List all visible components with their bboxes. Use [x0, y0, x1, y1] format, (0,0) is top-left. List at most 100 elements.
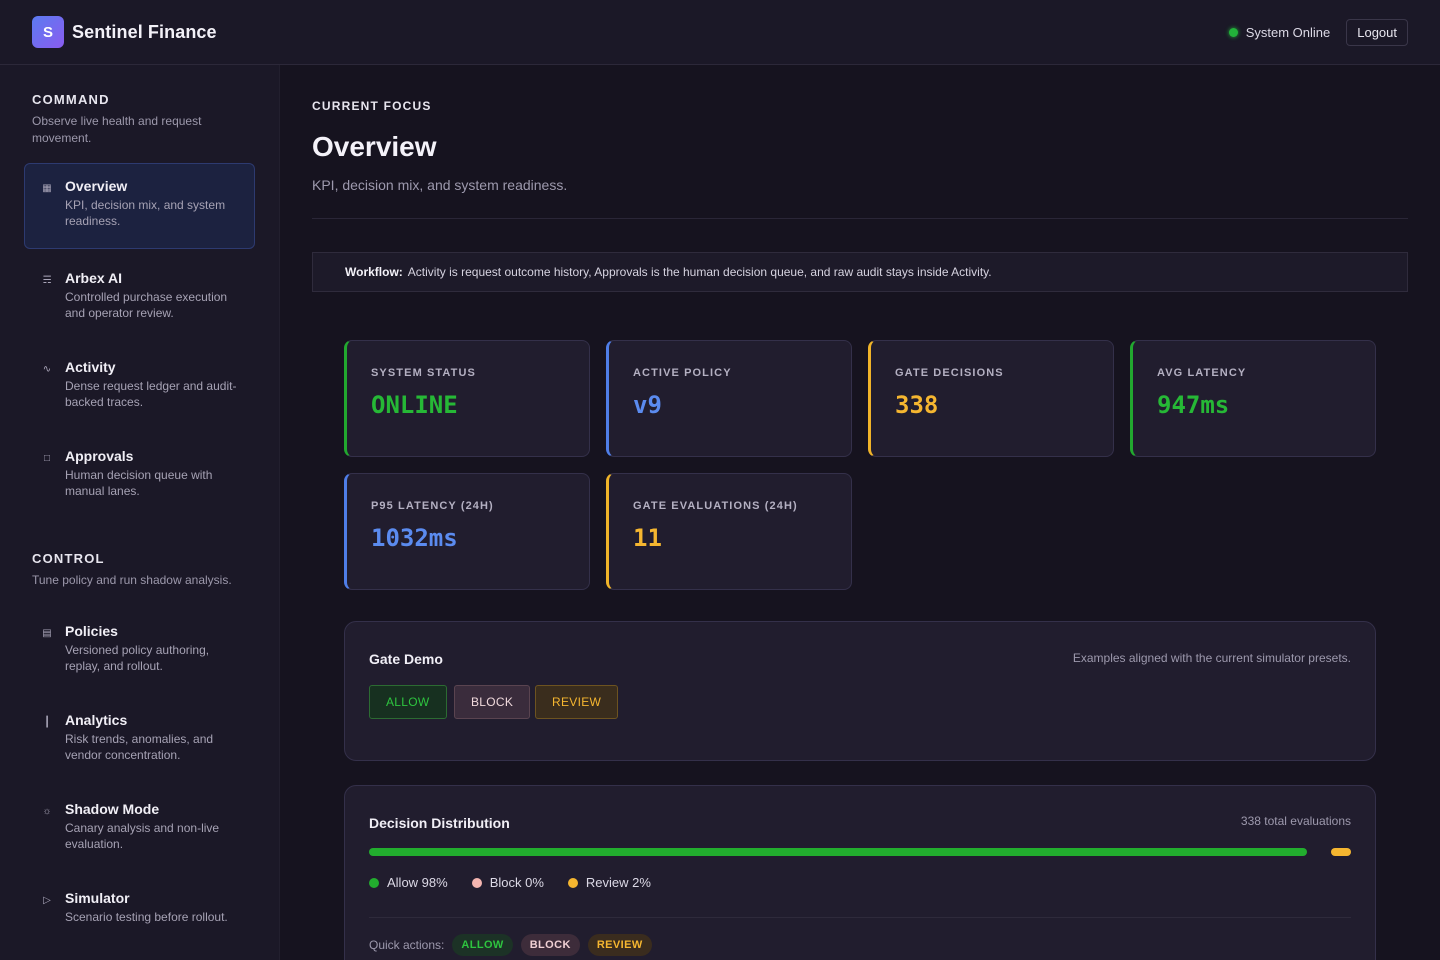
- nav-label: Activity: [65, 359, 116, 375]
- kpi-label: P95 LATENCY (24H): [371, 500, 494, 512]
- legend-block: Block 0%: [471, 875, 544, 890]
- section-title: CONTROL: [32, 551, 105, 566]
- kpi-card-p95-latency: P95 LATENCY (24H) 1032ms: [344, 473, 590, 590]
- nav-desc: KPI, decision mix, and system readiness.: [65, 198, 226, 228]
- sidebar-item-overview[interactable]: ▦ Overview KPI, decision mix, and system…: [24, 163, 255, 249]
- kpi-label: AVG LATENCY: [1157, 367, 1247, 379]
- section-desc: Tune policy and run shadow analysis.: [32, 573, 232, 587]
- kpi-label: ACTIVE POLICY: [633, 367, 732, 379]
- nav-desc: Versioned policy authoring, replay, and …: [65, 643, 210, 673]
- legend-review: Review 2%: [567, 875, 651, 890]
- decision-distribution-panel: Decision Distribution 338 total evaluati…: [344, 785, 1376, 960]
- distribution-bar: [369, 848, 1351, 856]
- divider: [369, 917, 1351, 918]
- kpi-card-system-status: SYSTEM STATUS ONLINE: [344, 340, 590, 457]
- nav-label: Policies: [65, 623, 118, 639]
- sidebar: COMMAND Observe live health and request …: [0, 65, 280, 960]
- kpi-label: GATE DECISIONS: [895, 367, 1004, 379]
- brand-name: Sentinel Finance: [72, 21, 217, 42]
- nav-label: Overview: [65, 178, 128, 194]
- chat-icon: □: [43, 453, 51, 464]
- eyebrow: CURRENT FOCUS: [312, 99, 432, 113]
- review-dot-icon: [567, 877, 578, 888]
- top-right: System Online Logout: [1228, 18, 1408, 46]
- kpi-value: 947ms: [1157, 391, 1230, 419]
- system-status: System Online: [1228, 24, 1331, 40]
- kpi-value: 338: [895, 391, 939, 419]
- sidebar-item-simulator[interactable]: ▷ Simulator Scenario testing before roll…: [24, 875, 255, 960]
- cart-icon: ☴: [42, 275, 52, 286]
- gate-demo-panel: Gate Demo Examples aligned with the curr…: [344, 621, 1376, 761]
- total-evaluations: 338 total evaluations: [1240, 814, 1351, 828]
- nav-desc: Human decision queue with manual lanes.: [65, 468, 213, 498]
- workflow-text: Activity is request outcome history, App…: [407, 265, 992, 279]
- block-dot-icon: [471, 877, 482, 888]
- panel-note: Examples aligned with the current simula…: [1072, 651, 1351, 665]
- nav-label: Shadow Mode: [65, 801, 160, 817]
- quick-block-chip[interactable]: BLOCK: [520, 934, 580, 956]
- logout-button[interactable]: Logout: [1346, 18, 1408, 46]
- legend-label: Allow 98%: [387, 875, 448, 890]
- sidebar-section-command: COMMAND Observe live health and request …: [24, 92, 256, 147]
- status-dot-icon: [1228, 27, 1238, 37]
- bar-segment-allow: [369, 848, 1307, 856]
- workflow-label: Workflow:: [345, 265, 403, 279]
- kpi-value: v9: [633, 391, 662, 419]
- nav-desc: Scenario testing before rollout.: [65, 910, 228, 924]
- quick-actions: Quick actions: ALLOW BLOCK REVIEW: [369, 934, 652, 956]
- sun-icon: ☼: [42, 806, 52, 817]
- top-bar: S Sentinel Finance System Online Logout: [0, 0, 1440, 65]
- nav-label: Arbex AI: [65, 270, 123, 286]
- bar-segment-review: [1331, 848, 1351, 856]
- kpi-value: ONLINE: [371, 391, 458, 419]
- section-desc: Observe live health and request movement…: [32, 114, 202, 145]
- kpi-value: 11: [633, 524, 662, 552]
- main-content: CURRENT FOCUS Overview KPI, decision mix…: [280, 65, 1440, 960]
- quick-actions-label: Quick actions:: [369, 938, 445, 952]
- nav-desc: Canary analysis and non-live evaluation.: [65, 821, 220, 851]
- legend-label: Review 2%: [585, 875, 651, 890]
- distribution-legend: Allow 98% Block 0% Review 2%: [369, 875, 651, 890]
- demo-review-button[interactable]: REVIEW: [535, 685, 619, 719]
- panel-title: Decision Distribution: [369, 815, 510, 831]
- brand[interactable]: S Sentinel Finance: [32, 16, 217, 48]
- brand-logo: S: [32, 16, 64, 48]
- sidebar-item-policies[interactable]: ▤ Policies Versioned policy authoring, r…: [24, 608, 255, 694]
- sidebar-item-activity[interactable]: ∿ Activity Dense request ledger and audi…: [24, 344, 255, 430]
- kpi-label: SYSTEM STATUS: [371, 367, 476, 379]
- nav-desc: Dense request ledger and audit-backed tr…: [65, 379, 237, 409]
- kpi-card-gate-evaluations: GATE EVALUATIONS (24H) 11: [606, 473, 852, 590]
- legend-allow: Allow 98%: [369, 875, 448, 890]
- sidebar-item-analytics[interactable]: ┃ Analytics Risk trends, anomalies, and …: [24, 697, 255, 783]
- divider: [312, 218, 1408, 219]
- nav-desc: Controlled purchase execution and operat…: [65, 290, 228, 320]
- demo-block-button[interactable]: BLOCK: [454, 685, 531, 719]
- nav-label: Analytics: [65, 712, 128, 728]
- page-subtitle: KPI, decision mix, and system readiness.: [312, 177, 568, 193]
- play-icon: ▷: [43, 895, 51, 906]
- kpi-card-gate-decisions: GATE DECISIONS 338: [868, 340, 1114, 457]
- sidebar-item-approvals[interactable]: □ Approvals Human decision queue with ma…: [24, 433, 255, 519]
- section-title: COMMAND: [32, 92, 110, 107]
- legend-label: Block 0%: [489, 875, 544, 890]
- document-icon: ▤: [42, 628, 52, 639]
- kpi-card-active-policy: ACTIVE POLICY v9: [606, 340, 852, 457]
- sidebar-item-shadow-mode[interactable]: ☼ Shadow Mode Canary analysis and non-li…: [24, 786, 255, 872]
- sidebar-section-control: CONTROL Tune policy and run shadow analy…: [24, 551, 256, 589]
- nav-label: Simulator: [65, 890, 130, 906]
- quick-allow-chip[interactable]: ALLOW: [452, 934, 513, 956]
- demo-allow-button[interactable]: ALLOW: [369, 685, 447, 719]
- pulse-icon: ∿: [42, 364, 52, 375]
- workflow-banner: Workflow: Activity is request outcome hi…: [312, 252, 1408, 292]
- sidebar-item-arbex-ai[interactable]: ☴ Arbex AI Controlled purchase execution…: [24, 255, 255, 341]
- grid-icon: ▦: [42, 183, 52, 194]
- allow-dot-icon: [369, 877, 379, 888]
- kpi-value: 1032ms: [371, 524, 458, 552]
- quick-review-chip[interactable]: REVIEW: [587, 934, 652, 956]
- nav-desc: Risk trends, anomalies, and vendor conce…: [65, 732, 214, 762]
- page-title: Overview: [312, 131, 437, 162]
- panel-title: Gate Demo: [369, 651, 443, 667]
- kpi-card-avg-latency: AVG LATENCY 947ms: [1130, 340, 1376, 457]
- nav-label: Approvals: [65, 448, 134, 464]
- system-status-label: System Online: [1245, 24, 1331, 40]
